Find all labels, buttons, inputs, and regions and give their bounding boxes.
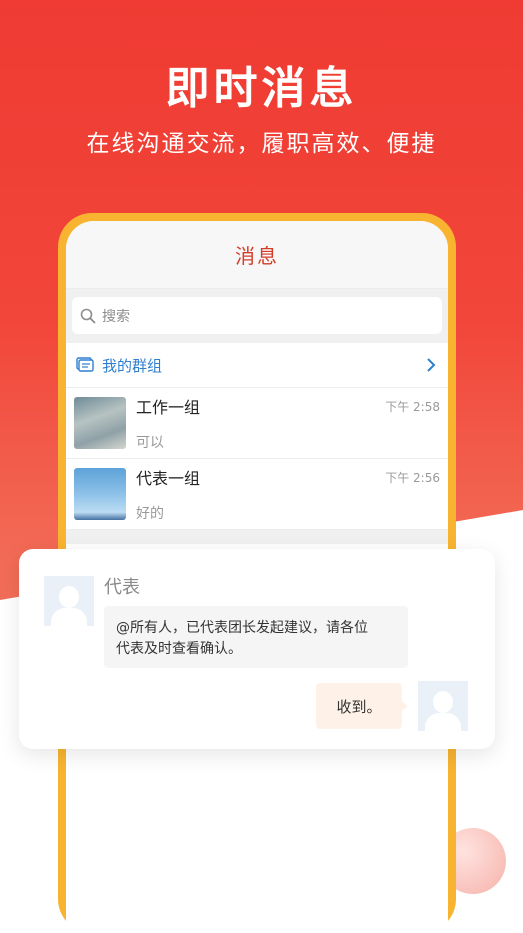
group-chat-icon (76, 357, 94, 372)
chat-time: 下午 2:58 (385, 400, 440, 414)
chat-item-work-group-1[interactable]: 工作一组 可以 下午 2:58 (66, 388, 448, 459)
sender-name: 代表 (104, 577, 140, 598)
chat-avatar (74, 468, 126, 520)
my-groups-label: 我的群组 (102, 356, 163, 375)
chat-item-delegate-group-1[interactable]: 代表一组 好的 下午 2:56 (66, 459, 448, 530)
search-placeholder: 搜索 (102, 308, 130, 325)
search-icon (80, 308, 96, 323)
chat-time: 下午 2:56 (385, 471, 440, 485)
my-avatar (418, 681, 468, 731)
search-bar-container: 搜索 (66, 289, 448, 343)
chat-preview: 可以 (136, 435, 164, 451)
chat-avatar (74, 397, 126, 449)
sender-avatar (44, 576, 94, 626)
incoming-message-bubble: @所有人，已代表团长发起建议，请各位 代表及时查看确认。 (104, 606, 408, 668)
chat-preview: 好的 (136, 506, 164, 522)
chevron-right-icon (427, 358, 436, 372)
chat-preview-card: 代表 @所有人，已代表团长发起建议，请各位 代表及时查看确认。 收到。 (19, 549, 495, 749)
message-line-2: 代表及时查看确认。 (116, 641, 242, 657)
list-divider (66, 530, 448, 544)
my-groups-row[interactable]: 我的群组 (66, 343, 448, 388)
search-input[interactable]: 搜索 (72, 297, 442, 334)
hero-subtitle: 在线沟通交流，履职高效、便捷 (86, 131, 437, 157)
hero-title: 即时消息 (165, 63, 358, 114)
message-line-1: @所有人，已代表团长发起建议，请各位 (116, 620, 368, 636)
reply-text: 收到。 (336, 697, 382, 716)
messages-title: 消息 (235, 244, 279, 268)
messages-header: 消息 (66, 221, 448, 289)
outgoing-message-bubble: 收到。 (316, 683, 408, 729)
